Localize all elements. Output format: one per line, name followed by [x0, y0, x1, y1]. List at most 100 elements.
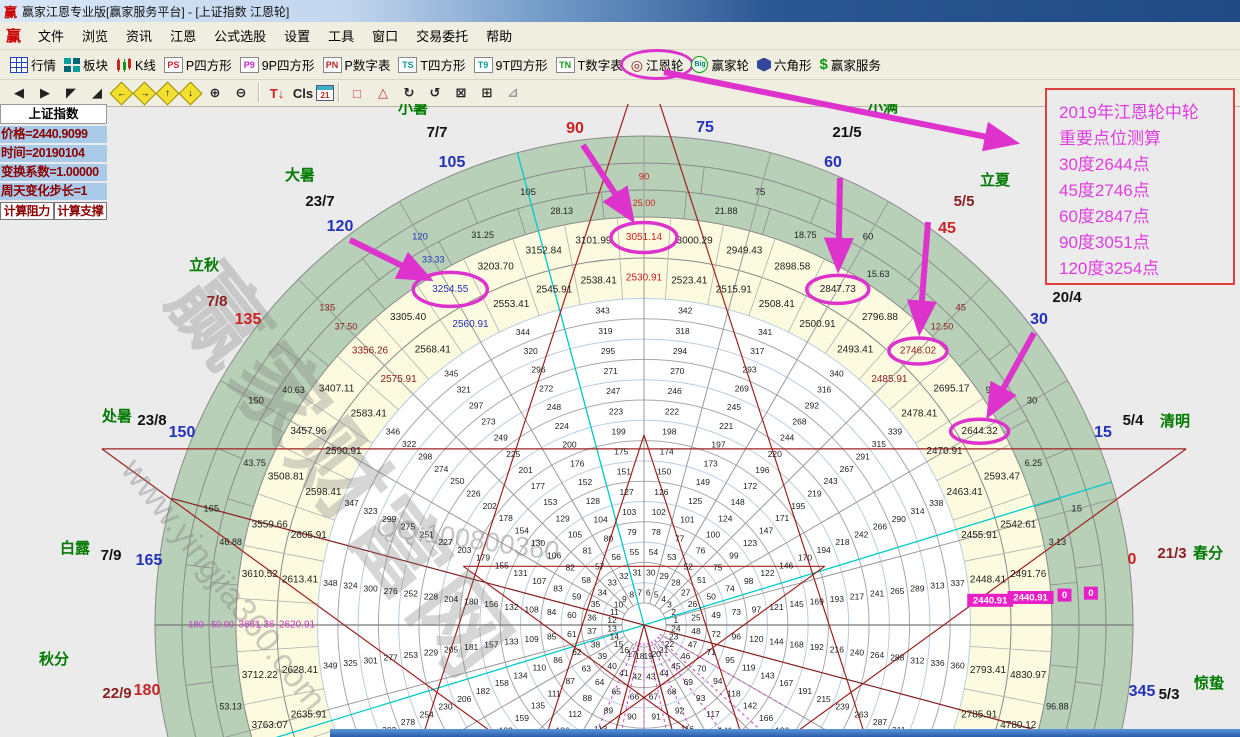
svg-text:75: 75 — [696, 119, 714, 136]
svg-text:98: 98 — [744, 576, 754, 586]
toolbar-kline-button[interactable]: K线 — [112, 53, 160, 76]
svg-text:84: 84 — [547, 607, 557, 617]
tool-rotate-ccw-button[interactable]: ↺ — [422, 84, 448, 102]
svg-text:107: 107 — [532, 576, 546, 586]
svg-text:56: 56 — [611, 552, 621, 562]
tool-shift-up-button[interactable]: ↑ — [155, 81, 179, 105]
tool-pan-left-button[interactable]: ◀ — [6, 84, 32, 102]
svg-text:66: 66 — [630, 691, 640, 701]
svg-text:2470.91: 2470.91 — [926, 446, 963, 457]
svg-text:40.63: 40.63 — [282, 385, 305, 395]
toolbar-sectors-button[interactable]: 板块 — [60, 53, 112, 76]
p-square-icon: PS — [164, 57, 183, 73]
main-toolbar: 行情板块K线PSP四方形P99P四方形PNP数字表TST四方形T99T四方形TN… — [0, 50, 1240, 80]
tool-triangle-tool-button[interactable]: △ — [370, 84, 396, 102]
svg-text:229: 229 — [424, 647, 438, 657]
svg-text:103: 103 — [622, 507, 636, 517]
svg-text:296: 296 — [531, 364, 545, 374]
tool-step-back-button[interactable]: ◤ — [58, 84, 84, 102]
menu-7[interactable]: 窗口 — [363, 29, 407, 44]
menu-2[interactable]: 资讯 — [117, 29, 161, 44]
menu-9[interactable]: 帮助 — [477, 29, 521, 44]
svg-text:96: 96 — [732, 631, 742, 641]
svg-text:5/3: 5/3 — [1159, 686, 1180, 703]
toolbar-t-number-table-button[interactable]: TNT数字表 — [552, 53, 627, 76]
svg-text:7/7: 7/7 — [427, 124, 448, 141]
svg-text:30: 30 — [1027, 396, 1038, 407]
tool-zoom-out-button[interactable]: ⊖ — [228, 84, 254, 102]
tool-rect-tool-button[interactable]: □ — [344, 85, 370, 102]
menu-1[interactable]: 浏览 — [73, 29, 117, 44]
svg-text:30: 30 — [1030, 311, 1048, 328]
svg-text:147: 147 — [759, 526, 773, 536]
toolbar-p-number-table-button[interactable]: PNP数字表 — [319, 53, 395, 76]
menu-4[interactable]: 公式选股 — [205, 29, 275, 44]
tool-fit-view-button[interactable]: ⊞ — [474, 84, 500, 102]
svg-text:5/5: 5/5 — [954, 193, 975, 210]
svg-text:2478.41: 2478.41 — [901, 408, 938, 419]
svg-text:6.25: 6.25 — [1025, 458, 1043, 468]
tool-zoom-in-button[interactable]: ⊕ — [202, 84, 228, 102]
svg-text:318: 318 — [676, 326, 690, 336]
tool-t-cursor-button[interactable]: T↓ — [264, 85, 290, 102]
menu-0[interactable]: 文件 — [29, 29, 73, 44]
svg-text:3559.66: 3559.66 — [252, 519, 289, 530]
tool-pan-right-button[interactable]: ▶ — [32, 84, 58, 102]
menu-bar: 赢 文件浏览资讯江恩公式选股设置工具窗口交易委托帮助 — [0, 22, 1240, 50]
svg-text:48: 48 — [691, 626, 701, 636]
svg-text:242: 242 — [854, 529, 868, 539]
quotes-icon — [10, 57, 28, 73]
svg-text:106: 106 — [547, 550, 561, 560]
toolbar-quotes-button[interactable]: 行情 — [6, 53, 60, 76]
svg-text:248: 248 — [547, 402, 561, 412]
svg-text:3763.07: 3763.07 — [252, 720, 289, 731]
tool-calendar-button[interactable]: 21 — [316, 85, 334, 101]
toolbar-t-square-button[interactable]: TST四方形 — [394, 53, 469, 76]
menu-6[interactable]: 工具 — [319, 29, 363, 44]
toolbar-p-square-button[interactable]: PSP四方形 — [160, 53, 236, 76]
svg-text:345: 345 — [1129, 683, 1156, 700]
svg-text:278: 278 — [401, 717, 415, 727]
menu-8[interactable]: 交易委托 — [407, 29, 477, 44]
toolbar-winner-wheel-button[interactable]: Big赢家轮 — [687, 53, 753, 76]
calc-support-button[interactable]: 计算支撑 — [54, 202, 108, 220]
p-number-table-label: P数字表 — [345, 55, 391, 74]
svg-text:9.38: 9.38 — [986, 385, 1004, 395]
tool-step-forward-button[interactable]: ◢ — [84, 84, 110, 102]
svg-text:44: 44 — [659, 668, 669, 678]
toolbar-9p-square-button[interactable]: P99P四方形 — [236, 53, 319, 76]
svg-text:135: 135 — [319, 303, 335, 314]
svg-text:199: 199 — [612, 426, 626, 436]
tool-shift-right-button[interactable]: → — [132, 81, 156, 105]
svg-text:31.25: 31.25 — [471, 230, 494, 240]
tool-board-button[interactable]: ⊿ — [500, 84, 526, 102]
svg-text:90: 90 — [566, 120, 584, 137]
svg-text:23/8: 23/8 — [137, 412, 166, 429]
tool-shift-left-button[interactable]: ← — [109, 81, 133, 105]
svg-text:2695.17: 2695.17 — [933, 384, 970, 395]
calc-resistance-button[interactable]: 计算阻力 — [0, 202, 54, 220]
tool-shift-down-button[interactable]: ↓ — [178, 81, 202, 105]
svg-text:12.50: 12.50 — [931, 321, 954, 331]
toolbar-hexagon-button[interactable]: 六角形 — [753, 53, 816, 76]
svg-text:152: 152 — [578, 477, 592, 487]
svg-text:222: 222 — [665, 406, 679, 416]
svg-text:92: 92 — [675, 705, 685, 715]
svg-text:75: 75 — [713, 563, 723, 573]
tool-rotate-cw-button[interactable]: ↻ — [396, 84, 422, 102]
svg-text:18.75: 18.75 — [794, 230, 817, 240]
tool-cls-button[interactable]: Cls — [290, 85, 316, 102]
svg-text:205: 205 — [444, 645, 458, 655]
tool-delete-box-button[interactable]: ⊠ — [448, 84, 474, 102]
toolbar-gann-wheel-button[interactable]: ◎江恩轮 — [627, 53, 688, 76]
svg-text:21/5: 21/5 — [832, 124, 861, 141]
menu-5[interactable]: 设置 — [275, 29, 319, 44]
svg-text:32: 32 — [619, 571, 629, 581]
menu-3[interactable]: 江恩 — [161, 29, 205, 44]
svg-text:23/7: 23/7 — [305, 193, 334, 210]
toolbar-winner-service-button[interactable]: $赢家服务 — [816, 53, 885, 76]
toolbar-9t-square-button[interactable]: T99T四方形 — [470, 53, 552, 76]
svg-text:191: 191 — [798, 686, 812, 696]
title-bar: 赢 赢家江恩专业版[赢家服务平台] - [上证指数 江恩轮] — [0, 0, 1240, 22]
svg-text:276: 276 — [384, 586, 398, 596]
